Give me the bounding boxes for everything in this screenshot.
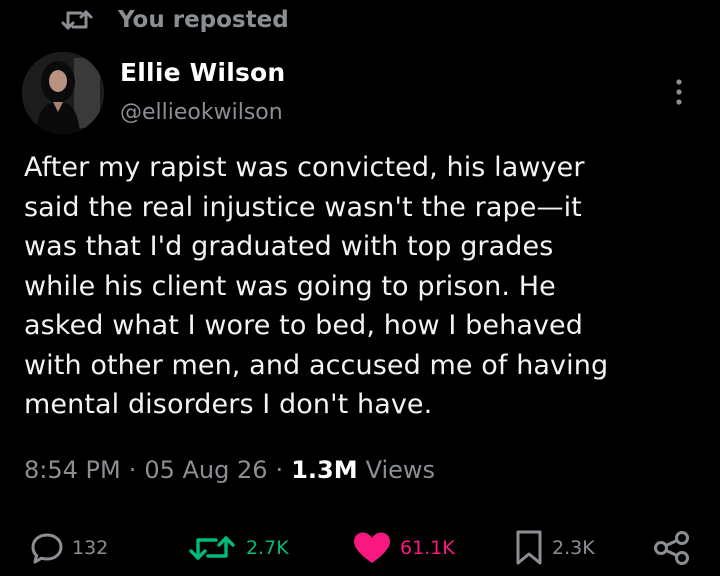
post-date[interactable]: 05 Aug 26 [144,456,267,484]
repost-button[interactable]: 2.7K [186,528,289,568]
repost-icon [60,6,94,34]
bookmark-icon [516,530,542,565]
bookmark-button[interactable]: 2.3K [514,528,595,568]
views-label: Views [365,456,436,484]
views-count: 1.3M [291,456,358,484]
like-count: 61.1K [400,537,455,559]
meta-separator: · [275,456,284,484]
post-text: After my rapist was convicted, his lawye… [24,152,609,420]
author-handle[interactable]: @ellieokwilson [120,96,285,130]
heart-icon [354,532,390,563]
action-bar: 132 2.7K 61.1K 2.3K [0,528,720,568]
reply-button[interactable]: 132 [30,528,108,568]
repost-count: 2.7K [246,537,289,559]
repost-banner-label: You reposted [118,7,289,33]
more-vertical-icon [676,79,682,105]
repost-icon [189,536,235,560]
repost-banner: You reposted [60,4,289,36]
more-options-button[interactable] [664,74,694,110]
share-button[interactable] [652,528,692,568]
author-name[interactable]: Ellie Wilson [120,56,285,90]
post-time[interactable]: 8:54 PM [24,456,121,484]
like-button[interactable]: 61.1K [352,528,455,568]
meta-separator: · [128,456,137,484]
reply-icon [31,533,63,564]
share-icon [654,531,689,565]
avatar[interactable] [22,52,104,134]
bookmark-count: 2.3K [552,537,595,559]
author-block: Ellie Wilson @ellieokwilson [120,56,285,130]
post-meta: 8:54 PM · 05 Aug 26 · 1.3M Views [24,450,435,490]
reply-count: 132 [72,537,109,559]
